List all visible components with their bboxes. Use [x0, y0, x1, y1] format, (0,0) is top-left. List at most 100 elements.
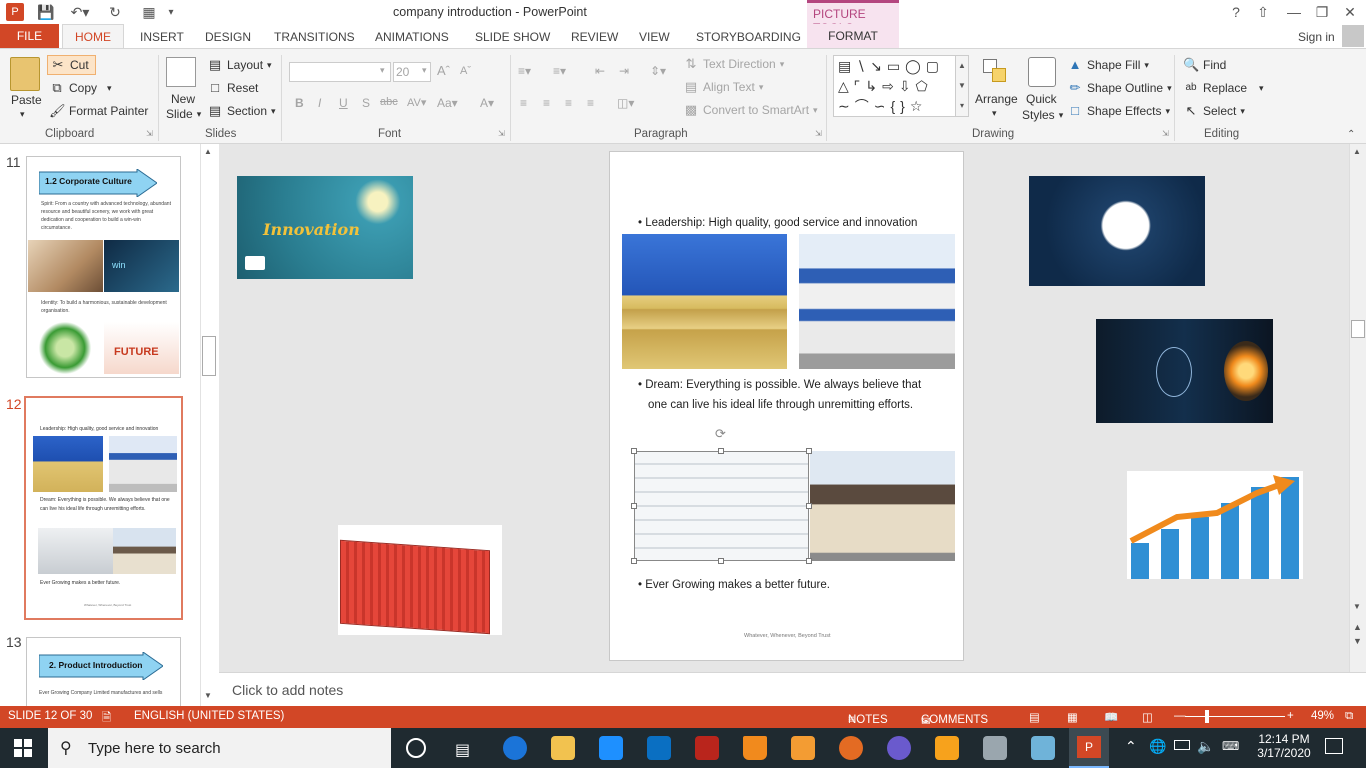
cortana-icon[interactable] — [406, 738, 426, 758]
shrink-font-icon[interactable]: Aˇ — [460, 65, 471, 77]
tab-storyboarding[interactable]: STORYBOARDING — [696, 30, 801, 44]
shape-oval-icon[interactable]: ◯ — [905, 58, 926, 74]
scroll-thumb[interactable] — [1351, 320, 1365, 338]
collapse-ribbon-icon[interactable]: ⌃ — [1347, 129, 1355, 140]
drive-app-icon[interactable] — [1031, 736, 1055, 760]
arrange-button[interactable]: Arrange — [975, 92, 1018, 106]
paint-3d-icon[interactable] — [887, 736, 911, 760]
sign-in-link[interactable]: Sign in — [1298, 30, 1335, 44]
prefab-building-image[interactable] — [799, 234, 955, 369]
tab-animations[interactable]: ANIMATIONS — [375, 30, 449, 44]
xampp-icon[interactable] — [791, 736, 815, 760]
canvas-scrollbar[interactable]: ▲ ▼ ▲ ▼ — [1349, 144, 1366, 672]
paste-button[interactable]: Paste — [11, 93, 42, 107]
numbering-icon[interactable]: ≡▾ — [553, 64, 566, 78]
shape-outline-button[interactable]: ✏ Shape Outline ▾ — [1067, 80, 1172, 96]
shape-effects-button[interactable]: □ Shape Effects ▾ — [1067, 103, 1170, 119]
paragraph-launcher-icon[interactable]: ⇲ — [815, 129, 822, 138]
firefox-icon[interactable] — [839, 736, 863, 760]
avatar[interactable] — [1342, 25, 1364, 47]
character-spacing-icon[interactable]: AV▾ — [407, 96, 426, 109]
mail-icon[interactable] — [647, 736, 671, 760]
close-icon[interactable]: ✕ — [1341, 3, 1359, 21]
layout-button[interactable]: ▤ Layout ▾ — [207, 57, 272, 73]
zoom-out-icon[interactable]: — — [1174, 710, 1186, 722]
reading-view-icon[interactable]: 📖 — [1104, 710, 1118, 724]
font-color-icon[interactable]: A▾ — [480, 96, 494, 110]
slideshow-view-icon[interactable]: ◫ — [1142, 710, 1153, 724]
sandwich-panel-image[interactable] — [622, 234, 787, 369]
select-button[interactable]: ↖ Select ▾ — [1183, 103, 1245, 119]
growth-chart-image[interactable] — [1127, 471, 1303, 579]
paste-chevron-icon[interactable]: ▾ — [20, 109, 25, 120]
rotate-handle-icon[interactable]: ⟳ — [715, 426, 726, 442]
underline-icon[interactable]: U — [339, 96, 348, 110]
slide-bullet-growing[interactable]: • Ever Growing makes a better future. — [638, 575, 830, 595]
tab-slide-show[interactable]: SLIDE SHOW — [475, 30, 550, 44]
shape-rectangle-icon[interactable]: ▭ — [887, 58, 905, 74]
slide-thumbnail-13[interactable]: 2. Product Introduction Ever Growing Com… — [26, 637, 181, 706]
resize-handle[interactable] — [806, 448, 812, 454]
maximize-icon[interactable]: ❐ — [1313, 3, 1331, 21]
zoom-slider-track[interactable] — [1185, 716, 1285, 717]
tab-file[interactable]: FILE — [0, 24, 59, 48]
tab-insert[interactable]: INSERT — [140, 30, 184, 44]
resize-handle[interactable] — [718, 448, 724, 454]
container-image[interactable] — [338, 525, 502, 635]
align-text-button[interactable]: ▤ Align Text ▾ — [683, 79, 764, 95]
save-icon[interactable]: 💾 — [37, 3, 55, 21]
shape-elbow-icon[interactable]: ↳ — [865, 78, 882, 94]
text-direction-button[interactable]: ⇅ Text Direction ▾ — [683, 56, 785, 72]
scroll-up-icon[interactable]: ▲ — [204, 147, 212, 156]
font-launcher-icon[interactable]: ⇲ — [498, 129, 505, 138]
show-hidden-icons-icon[interactable]: ⌃ — [1125, 738, 1137, 755]
ribbon-display-options-icon[interactable]: ⇧ — [1254, 3, 1272, 21]
fit-to-window-icon[interactable]: ⧉ — [1345, 710, 1353, 723]
bullet-dream-line2[interactable]: one can live his ideal life through unre… — [648, 395, 913, 415]
edge-icon[interactable] — [503, 736, 527, 760]
sublime-text-icon[interactable] — [935, 736, 959, 760]
shapes-gallery[interactable]: ▤∖↘▭◯▢ △⌜↳⇨⇩⬠ ∼⌒∽{}☆ — [833, 55, 969, 117]
change-case-icon[interactable]: Aa▾ — [437, 96, 458, 110]
copy-button[interactable]: ⧉ Copy ▾ — [49, 80, 111, 96]
shape-rounded-rect-icon[interactable]: ▢ — [926, 58, 944, 74]
new-slide-button[interactable]: Slide ▾ — [166, 107, 201, 121]
innovation-image[interactable]: Innovation — [237, 176, 413, 279]
italic-icon[interactable]: I — [318, 96, 321, 110]
shape-triangle-icon[interactable]: △ — [838, 78, 854, 94]
present-from-start-icon[interactable]: ▦ — [136, 3, 162, 21]
customize-toolbar-icon[interactable]: ▾ — [162, 3, 180, 21]
shape-freeform-icon[interactable]: ∼ — [838, 98, 855, 114]
resize-handle[interactable] — [631, 503, 637, 509]
keyboard-icon[interactable]: ⌨ — [1222, 739, 1239, 753]
shape-text-box-icon[interactable]: ▤ — [838, 58, 856, 74]
shape-fill-button[interactable]: ▲ Shape Fill ▾ — [1067, 57, 1149, 73]
file-explorer-icon[interactable] — [551, 736, 575, 760]
slide-bullet-dream[interactable]: • Dream: Everything is possible. We alwa… — [638, 375, 921, 395]
slide-thumbnail-11[interactable]: 1.2 Corporate Culture Spirit: From a cou… — [26, 156, 181, 378]
slide-thumbnail-12-selected[interactable]: Leadership: High quality, good service a… — [24, 396, 183, 620]
resize-handle[interactable] — [806, 558, 812, 564]
resize-handle[interactable] — [718, 558, 724, 564]
brain-image[interactable] — [1029, 176, 1205, 286]
shadow-icon[interactable]: S — [362, 96, 370, 110]
action-center-icon[interactable] — [1325, 738, 1343, 754]
tab-review[interactable]: REVIEW — [571, 30, 618, 44]
tab-transitions[interactable]: TRANSITIONS — [274, 30, 355, 44]
shape-down-arrow-icon[interactable]: ⇩ — [899, 78, 916, 94]
replace-button[interactable]: ab Replace ▾ — [1183, 80, 1263, 96]
decrease-indent-icon[interactable]: ⇤ — [595, 64, 605, 78]
slide-editing-area[interactable]: Innovation • Leadership: High quality, g… — [219, 144, 1349, 672]
redo-icon[interactable]: ↻ — [106, 3, 124, 21]
filezilla-icon[interactable] — [695, 736, 719, 760]
align-center-icon[interactable]: ≡ — [543, 96, 550, 110]
increase-indent-icon[interactable]: ⇥ — [619, 64, 629, 78]
quick-styles-button[interactable]: Styles ▾ — [1022, 108, 1063, 122]
vlc-icon[interactable] — [743, 736, 767, 760]
scroll-thumb[interactable] — [202, 336, 216, 376]
tab-format[interactable]: FORMAT — [807, 24, 899, 48]
previous-slide-icon[interactable]: ▲ — [1353, 622, 1362, 632]
line-spacing-icon[interactable]: ⇕▾ — [650, 64, 666, 78]
arrange-chevron-icon[interactable]: ▾ — [992, 108, 997, 119]
spell-check-icon[interactable]: 🗎 — [102, 710, 111, 729]
